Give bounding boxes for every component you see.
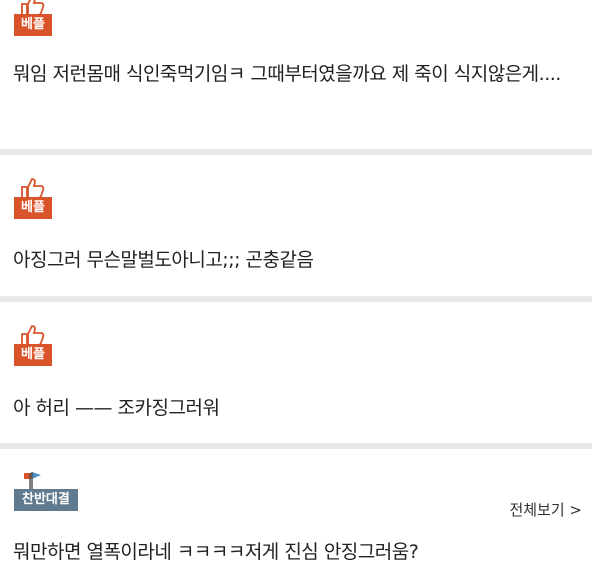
- vs-badge: 찬반대결: [14, 469, 78, 511]
- best-badge: 베플: [14, 324, 52, 366]
- best-badge: 베플: [14, 0, 52, 36]
- comment-text: 아 허리 —— 조카징그러워: [13, 397, 220, 419]
- flags-icon: [24, 472, 41, 489]
- best-label: 베플: [14, 14, 52, 36]
- comment-text: 뭐만하면 열폭이라네 ㅋㅋㅋㅋ저게 진심 안징그러움?: [13, 541, 419, 563]
- see-all-link[interactable]: 전체보기 >: [509, 499, 582, 520]
- best-label: 베플: [14, 344, 52, 366]
- comment-card-4: 찬반대결 전체보기 > 뭐만하면 열폭이라네 ㅋㅋㅋㅋ저게 진심 안징그러움?: [0, 449, 592, 587]
- best-badge: 베플: [14, 177, 52, 219]
- vs-label: 찬반대결: [14, 489, 78, 511]
- comment-text: 뭐임 저런몸매 식인죽먹기임ㅋ 그때부터였을까요 제 죽이 식지않은게....: [13, 63, 561, 85]
- comment-card-3: 베플 아 허리 —— 조카징그러워: [0, 302, 592, 443]
- thumbs-up-icon: [21, 325, 45, 346]
- comment-card-1: 베플 뭐임 저런몸매 식인죽먹기임ㅋ 그때부터였을까요 제 죽이 식지않은게..…: [0, 0, 592, 149]
- comment-text: 아징그러 무슨말벌도아니고;;; 곤충같음: [13, 249, 314, 271]
- thumbs-up-icon: [21, 178, 45, 199]
- best-label: 베플: [14, 197, 52, 219]
- comment-card-2: 베플 아징그러 무슨말벌도아니고;;; 곤충같음: [0, 155, 592, 296]
